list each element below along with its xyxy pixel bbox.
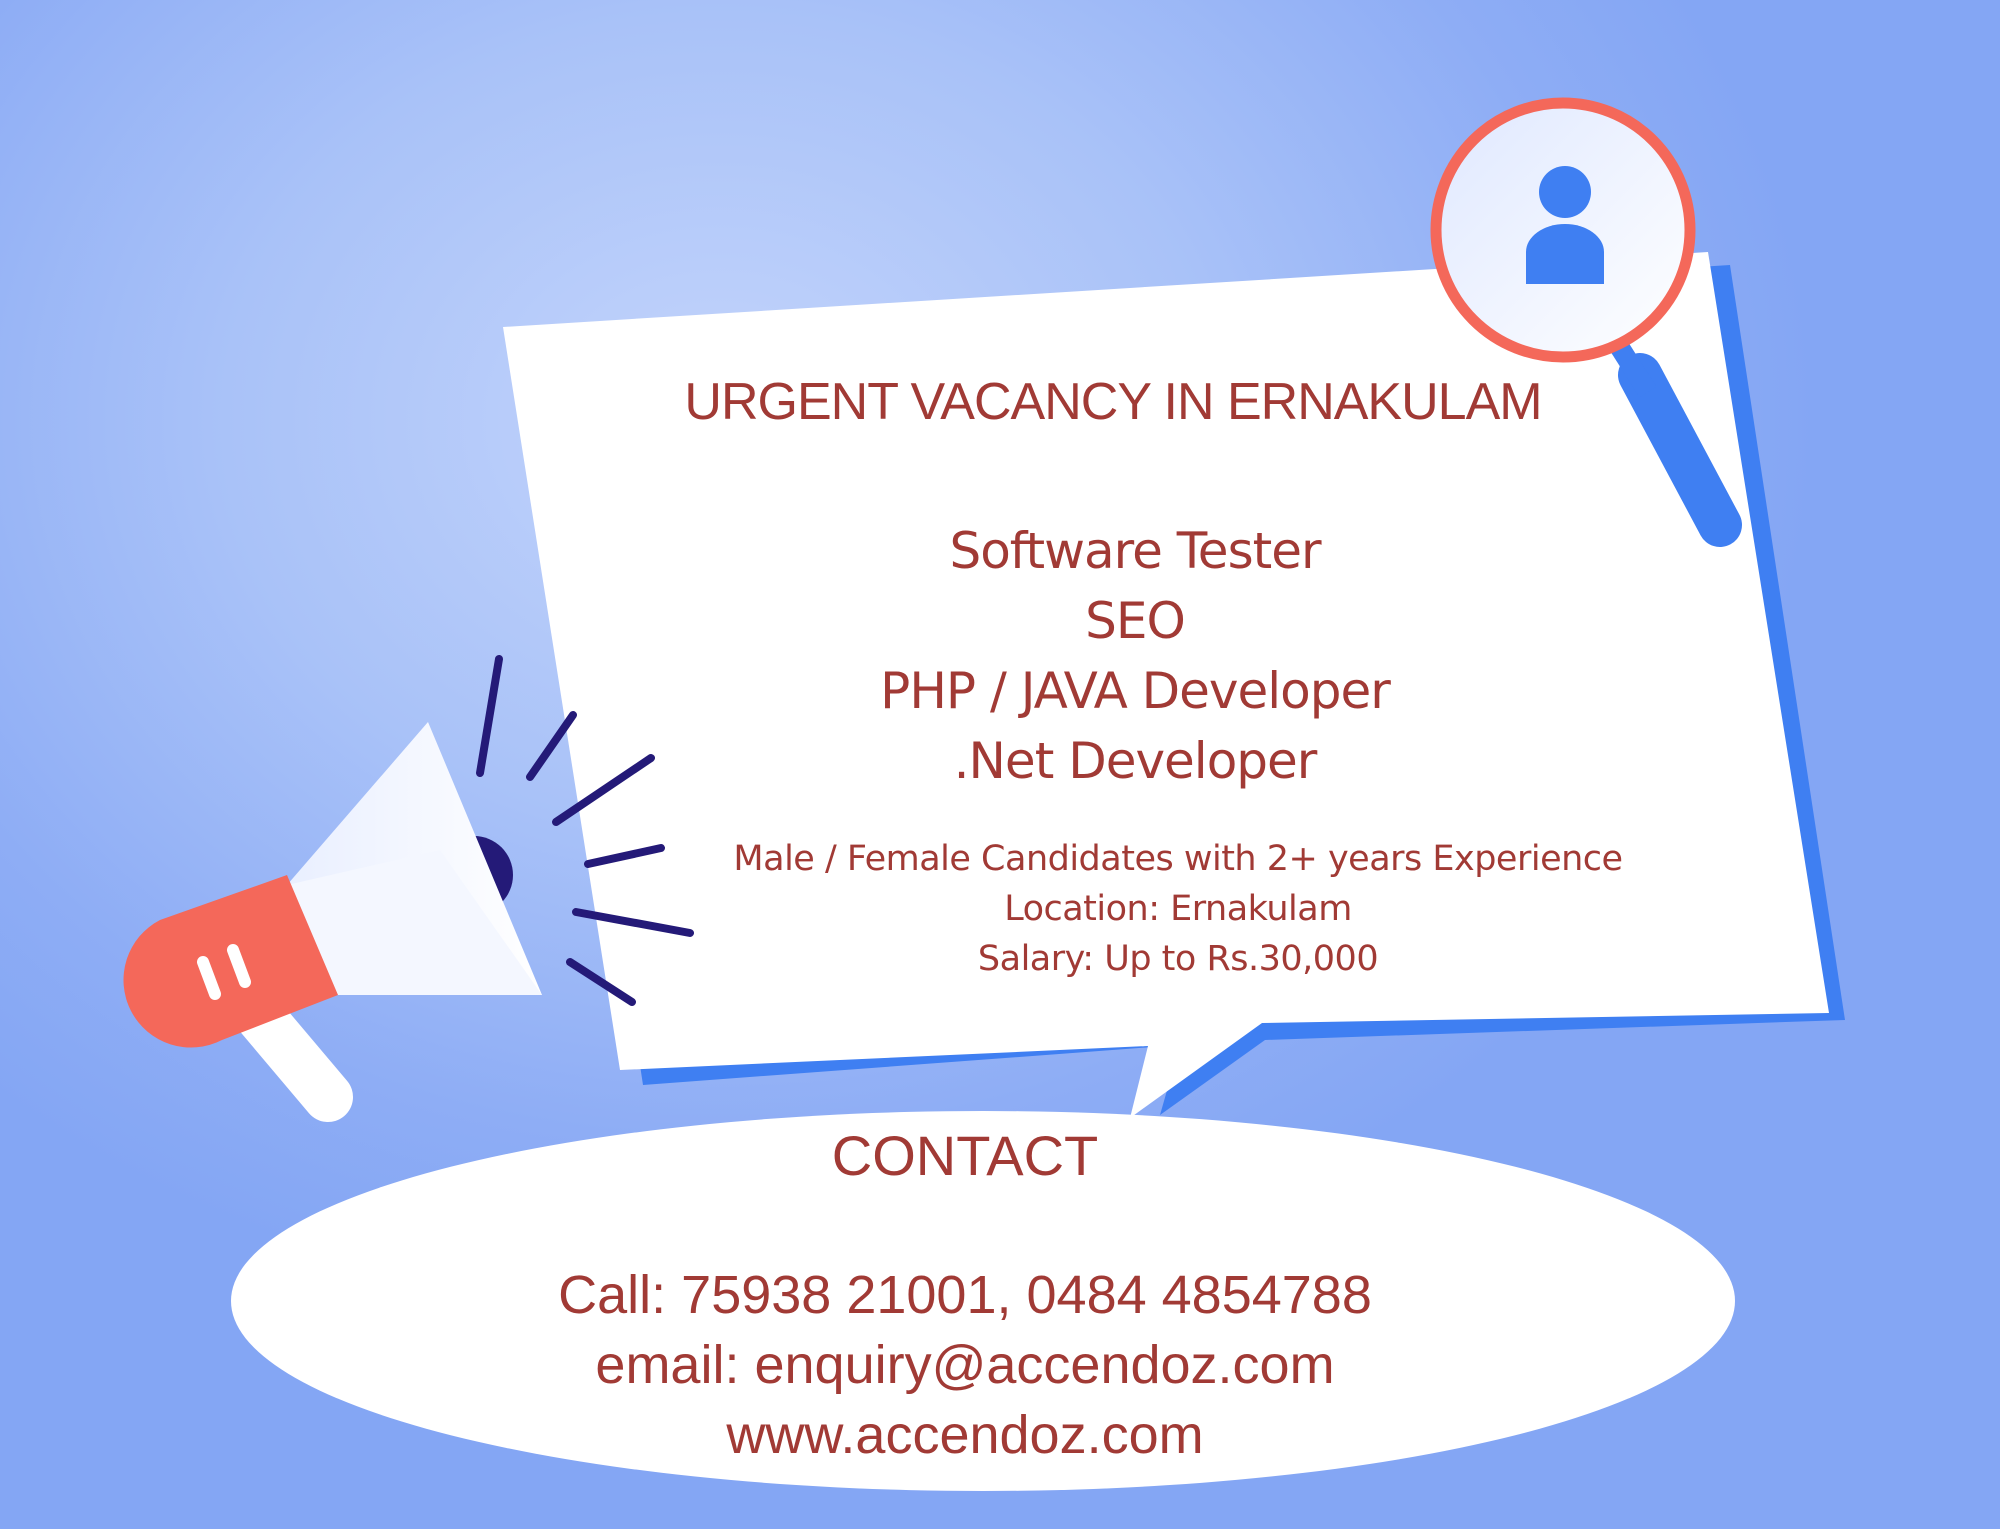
job-role: .Net Developer — [953, 732, 1318, 790]
job-role: PHP / JAVA Developer — [880, 662, 1391, 720]
megaphone-icon — [123, 722, 542, 1122]
job-role: Software Tester — [949, 522, 1321, 580]
contact-email: email: enquiry@accendoz.com — [595, 1335, 1335, 1395]
headline: URGENT VACANCY IN ERNAKULAM — [684, 373, 1542, 431]
job-role: SEO — [1085, 592, 1186, 650]
contact-website: www.accendoz.com — [726, 1405, 1204, 1465]
job-poster: URGENT VACANCY IN ERNAKULAM Software Tes… — [0, 0, 2000, 1529]
job-location: Location: Ernakulam — [1004, 889, 1352, 929]
contact-heading: CONTACT — [831, 1124, 1099, 1187]
contact-phone: Call: 75938 21001, 0484 4854788 — [558, 1265, 1372, 1325]
candidate-requirement: Male / Female Candidates with 2+ years E… — [733, 839, 1623, 879]
job-salary: Salary: Up to Rs.30,000 — [977, 939, 1379, 979]
